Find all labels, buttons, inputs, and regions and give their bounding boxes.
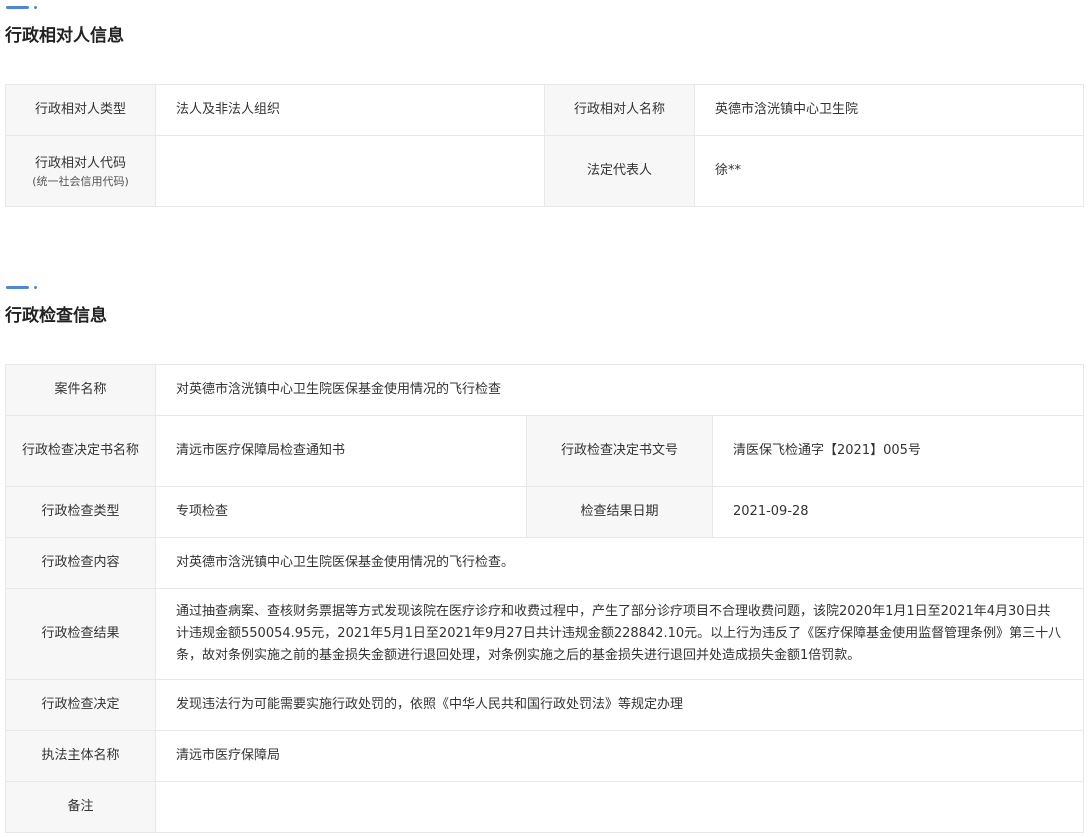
party-code-value [155,135,545,207]
party-name-value: 英德市浛洸镇中心卫生院 [694,84,1084,136]
table-row: 执法主体名称 清远市医疗保障局 [5,730,1085,782]
party-code-label-cell: 行政相对人代码 (统一社会信用代码) [5,135,156,207]
case-name-label: 案件名称 [5,364,156,416]
table-row: 行政检查类型 专项检查 检查结果日期 2021-09-28 [5,486,1085,538]
inspection-decision-label: 行政检查决定 [5,679,156,731]
party-code-label: 行政相对人代码 [34,156,126,171]
inspection-type-value: 专项检查 [155,486,527,538]
table-row: 行政检查内容 对英德市浛洸镇中心卫生院医保基金使用情况的飞行检查。 [5,537,1085,589]
result-date-value: 2021-09-28 [711,486,1085,538]
remark-label: 备注 [5,781,156,833]
party-type-label: 行政相对人类型 [5,84,156,136]
party-name-label: 行政相对人名称 [544,84,695,136]
table-row: 行政检查结果 通过抽查病案、查核财务票据等方式发现该院在医疗诊疗和收费过程中，产… [5,588,1085,680]
table-row: 行政检查决定 发现违法行为可能需要实施行政处罚的，依照《中华人民共和国行政处罚法… [5,679,1085,731]
inspection-result-value: 通过抽查病案、查核财务票据等方式发现该院在医疗诊疗和收费过程中，产生了部分诊疗项… [154,588,1085,680]
decision-docno-value: 清医保飞检通字【2021】005号 [711,415,1085,487]
result-date-label: 检查结果日期 [526,486,713,538]
inspection-content-label: 行政检查内容 [5,537,156,589]
inspection-result-label: 行政检查结果 [5,588,156,680]
party-section-title: 行政相对人信息 [5,26,124,46]
table-row: 案件名称 对英德市浛洸镇中心卫生院医保基金使用情况的飞行检查 [5,364,1085,416]
decision-doc-label: 行政检查决定书名称 [5,415,156,487]
decision-doc-value: 清远市医疗保障局检查通知书 [155,415,527,487]
inspection-decision-value: 发现违法行为可能需要实施行政处罚的，依照《中华人民共和国行政处罚法》等规定办理 [154,679,1085,731]
legal-rep-label: 法定代表人 [544,135,695,207]
inspection-type-label: 行政检查类型 [5,486,156,538]
case-name-value: 对英德市浛洸镇中心卫生院医保基金使用情况的飞行检查 [154,364,1085,416]
table-row: 备注 [5,781,1085,833]
party-type-value: 法人及非法人组织 [155,84,545,136]
table-row: 行政相对人代码 (统一社会信用代码) 法定代表人 徐** [5,135,1084,207]
legal-rep-value: 徐** [694,135,1084,207]
decision-docno-label: 行政检查决定书文号 [526,415,713,487]
table-row: 行政检查决定书名称 清远市医疗保障局检查通知书 行政检查决定书文号 清医保飞检通… [5,415,1085,487]
enforcement-agency-value: 清远市医疗保障局 [154,730,1085,782]
party-info-table: 行政相对人类型 法人及非法人组织 行政相对人名称 英德市浛洸镇中心卫生院 行政相… [5,84,1084,207]
inspection-content-value: 对英德市浛洸镇中心卫生院医保基金使用情况的飞行检查。 [154,537,1085,589]
inspection-section-title: 行政检查信息 [5,306,107,326]
enforcement-agency-label: 执法主体名称 [5,730,156,782]
table-row: 行政相对人类型 法人及非法人组织 行政相对人名称 英德市浛洸镇中心卫生院 [5,84,1084,136]
party-code-sublabel: (统一社会信用代码) [32,175,129,188]
remark-value [154,781,1085,833]
inspection-info-table: 案件名称 对英德市浛洸镇中心卫生院医保基金使用情况的飞行检查 行政检查决定书名称… [5,364,1085,833]
